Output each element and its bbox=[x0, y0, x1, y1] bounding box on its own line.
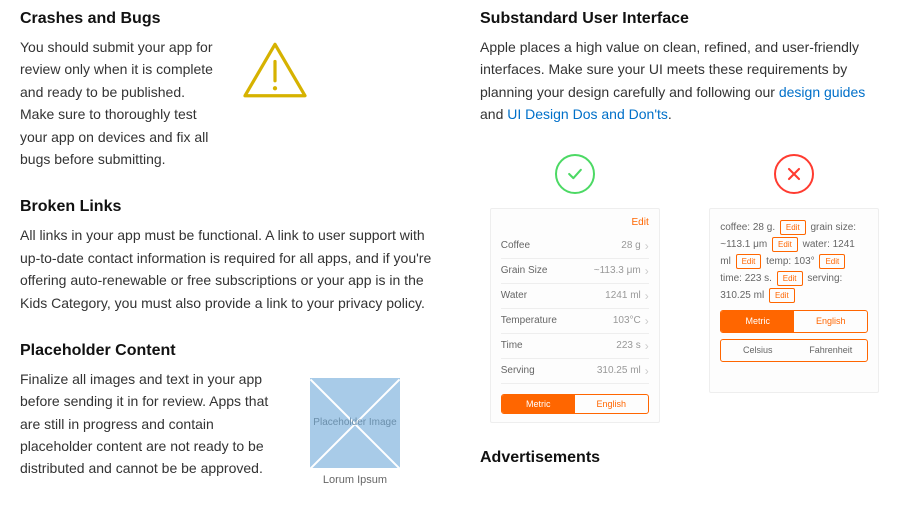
design-guides-link[interactable]: design guides bbox=[779, 84, 865, 100]
chevron-right-icon: › bbox=[645, 264, 649, 278]
table-row: Coffee 28 g › bbox=[501, 234, 649, 259]
edit-badge: Edit bbox=[736, 254, 762, 270]
table-row: Temperature 103°C › bbox=[501, 309, 649, 334]
table-row: Water 1241 ml › bbox=[501, 284, 649, 309]
check-icon bbox=[555, 154, 595, 194]
segmented-control: Celsius Fahrenheit bbox=[720, 339, 868, 362]
ui-body-tail: . bbox=[668, 106, 672, 122]
segment-fahrenheit: Fahrenheit bbox=[794, 340, 867, 361]
substandard-ui-heading: Substandard User Interface bbox=[480, 10, 889, 28]
row-value: 1241 ml bbox=[605, 290, 641, 301]
row-label: Temperature bbox=[501, 315, 557, 326]
row-value: 310.25 ml bbox=[597, 365, 641, 376]
chevron-right-icon: › bbox=[645, 289, 649, 303]
chevron-right-icon: › bbox=[645, 239, 649, 253]
edit-badge: Edit bbox=[777, 271, 803, 287]
broken-links-heading: Broken Links bbox=[20, 198, 440, 216]
bad-text: coffee: 28 g. bbox=[720, 222, 775, 233]
bad-text: 310.25 ml bbox=[720, 290, 764, 301]
segment-celsius: Celsius bbox=[721, 340, 794, 361]
row-label: Time bbox=[501, 340, 523, 351]
ui-dos-donts-link[interactable]: UI Design Dos and Don'ts bbox=[507, 106, 668, 122]
placeholder-image-label: Placeholder Image bbox=[313, 417, 396, 429]
segment-metric: Metric bbox=[721, 311, 794, 332]
good-ui-mockup: Edit Coffee 28 g › Grain Size ~113.3 μm › Wa… bbox=[490, 208, 660, 423]
chevron-right-icon: › bbox=[645, 339, 649, 353]
table-row: Serving 310.25 ml › bbox=[501, 359, 649, 384]
bad-text: ~113.1 μm bbox=[720, 239, 767, 250]
row-value: 223 s bbox=[616, 340, 640, 351]
crashes-heading: Crashes and Bugs bbox=[20, 10, 220, 28]
edit-link: Edit bbox=[501, 217, 649, 228]
placeholder-heading: Placeholder Content bbox=[20, 342, 440, 360]
row-value: 103°C bbox=[613, 315, 641, 326]
segment-metric: Metric bbox=[502, 395, 575, 413]
segmented-control: Metric English bbox=[501, 394, 649, 414]
row-label: Coffee bbox=[501, 240, 530, 251]
chevron-right-icon: › bbox=[645, 314, 649, 328]
cross-icon bbox=[774, 154, 814, 194]
placeholder-image: Placeholder Image bbox=[310, 378, 400, 468]
bad-text: grain size: bbox=[810, 222, 856, 233]
row-label: Grain Size bbox=[501, 265, 548, 276]
bad-ui-mockup: coffee: 28 g. Edit grain size: ~113.1 μm… bbox=[709, 208, 879, 393]
edit-badge: Edit bbox=[772, 237, 798, 253]
row-label: Water bbox=[501, 290, 527, 301]
row-value: 28 g bbox=[621, 240, 640, 251]
edit-badge: Edit bbox=[769, 288, 795, 304]
warning-icon bbox=[240, 40, 310, 100]
segmented-control: Metric English bbox=[720, 310, 868, 333]
row-label: Serving bbox=[501, 365, 535, 376]
edit-badge: Edit bbox=[819, 254, 845, 270]
edit-badge: Edit bbox=[780, 220, 806, 236]
bad-text: water: 1241 bbox=[803, 239, 855, 250]
placeholder-image-box: Placeholder Image Lorum Ipsum bbox=[310, 378, 400, 486]
crashes-body: You should submit your app for review on… bbox=[20, 36, 220, 170]
bad-text: time: 223 s. bbox=[720, 273, 772, 284]
placeholder-body: Finalize all images and text in your app… bbox=[20, 368, 290, 480]
segment-english: English bbox=[794, 311, 867, 332]
ui-body-mid: and bbox=[480, 106, 507, 122]
broken-links-body: All links in your app must be functional… bbox=[20, 224, 440, 314]
advertisements-heading: Advertisements bbox=[480, 449, 889, 467]
row-value: ~113.3 μm bbox=[594, 265, 641, 276]
segment-english: English bbox=[575, 395, 648, 413]
substandard-ui-body: Apple places a high value on clean, refi… bbox=[480, 36, 889, 126]
bad-text: serving: bbox=[807, 273, 842, 284]
table-row: Time 223 s › bbox=[501, 334, 649, 359]
table-row: Grain Size ~113.3 μm › bbox=[501, 259, 649, 284]
chevron-right-icon: › bbox=[645, 364, 649, 378]
bad-text: ml bbox=[720, 256, 731, 267]
bad-text: temp: 103° bbox=[766, 256, 814, 267]
placeholder-caption: Lorum Ipsum bbox=[323, 474, 387, 486]
